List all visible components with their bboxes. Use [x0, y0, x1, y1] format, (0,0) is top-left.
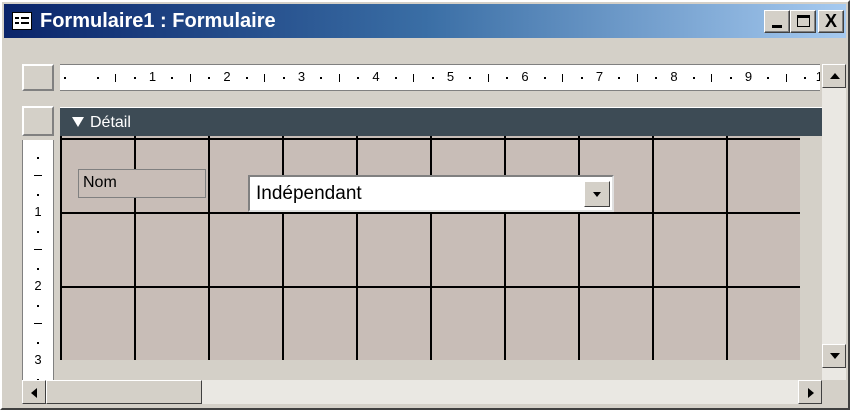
minimize-button[interactable] [764, 10, 790, 33]
detail-section-header[interactable]: Détail [60, 107, 822, 136]
arrow-down-icon [830, 353, 840, 359]
chevron-down-icon [593, 192, 601, 197]
ruler-tick [115, 74, 117, 82]
scroll-right-button[interactable] [798, 380, 822, 404]
ruler-dot [618, 77, 621, 79]
maximize-button[interactable] [790, 10, 816, 33]
arrow-up-icon [830, 73, 840, 79]
ruler-tick [785, 74, 787, 82]
ruler-dot [469, 77, 472, 79]
ruler-dot [580, 77, 583, 79]
ruler-tick [711, 74, 713, 82]
ruler-tick [34, 175, 42, 176]
ruler-label-h: 4 [372, 69, 380, 84]
ruler-tick [636, 74, 638, 82]
window-title: Formulaire1 : Formulaire [40, 10, 276, 32]
ruler-dot [64, 77, 66, 79]
ruler-label-h: 2 [223, 69, 231, 84]
ruler-dot [133, 77, 136, 79]
form-window: Formulaire1 : Formulaire X 1 2 3 4 5 6 7 8 9 10 1… [0, 0, 850, 410]
combo-value: Indépendant [256, 183, 362, 204]
size-grip[interactable] [822, 380, 846, 404]
minimize-icon [772, 25, 782, 28]
ruler-dot [282, 77, 285, 79]
ruler-tick [413, 74, 415, 82]
ruler-label-h: 10 [813, 69, 820, 85]
ruler-dot [208, 77, 211, 79]
ruler-label-h: 3 [297, 69, 306, 84]
vertical-scrollbar[interactable] [822, 64, 846, 380]
combo-dropdown-button[interactable] [584, 181, 610, 207]
horizontal-scroll-thumb[interactable] [46, 380, 202, 404]
ruler-dot [37, 267, 39, 270]
scroll-down-button[interactable] [822, 344, 846, 368]
detail-margin-right [800, 136, 822, 380]
form-icon[interactable] [12, 12, 32, 30]
ruler-dot [506, 77, 509, 79]
ruler-dot [543, 77, 546, 79]
ruler-label-h: 6 [521, 69, 529, 84]
ruler-label-v: 2 [34, 278, 42, 293]
ruler-tick [562, 74, 564, 82]
ruler-dot [320, 77, 323, 79]
ruler-tick [189, 74, 191, 82]
vertical-ruler[interactable]: 1 2 3 [22, 140, 54, 380]
form-selector[interactable] [22, 64, 54, 91]
ruler-label-h: 8 [670, 69, 678, 84]
section-selector[interactable] [22, 106, 54, 136]
ruler-label-v: 1 [34, 204, 42, 219]
ruler-tick [487, 74, 489, 82]
title-bar[interactable]: Formulaire1 : Formulaire X [4, 4, 846, 38]
ruler-label-v: 3 [34, 352, 42, 367]
ruler-dot [357, 77, 360, 79]
ruler-tick [34, 249, 42, 250]
ruler-tick [264, 74, 266, 82]
ruler-dot [692, 77, 695, 79]
ruler-label-h: 5 [446, 69, 455, 84]
nom-label[interactable]: Nom [78, 169, 206, 198]
ruler-dot [767, 77, 770, 79]
ruler-dot [37, 304, 39, 307]
ruler-tick [338, 74, 340, 82]
ruler-dot [96, 77, 99, 79]
ruler-dot [394, 77, 397, 79]
arrow-left-icon [31, 388, 37, 398]
ruler-dot [171, 77, 174, 79]
scroll-up-button[interactable] [822, 64, 846, 88]
ruler-dot [729, 77, 732, 79]
ruler-dot [37, 341, 39, 344]
scroll-left-button[interactable] [22, 380, 46, 404]
maximize-icon [797, 15, 810, 27]
arrow-right-icon [808, 388, 814, 398]
close-button[interactable]: X [818, 10, 844, 33]
ruler-dot [37, 193, 39, 196]
ruler-label-h: 7 [595, 69, 604, 84]
close-icon: X [824, 11, 837, 31]
ruler-label-h: 9 [744, 69, 753, 84]
combo-box[interactable]: Indépendant [248, 175, 614, 212]
section-arrow-icon [72, 117, 84, 127]
detail-margin-bottom [60, 360, 822, 380]
horizontal-ruler[interactable]: 1 2 3 4 5 6 7 8 9 10 [60, 64, 820, 91]
ruler-label-h: 1 [148, 69, 157, 84]
ruler-dot [245, 77, 248, 79]
section-label: Détail [90, 114, 131, 131]
ruler-dot [804, 77, 807, 79]
ruler-dot [655, 77, 658, 79]
ruler-tick [34, 323, 42, 324]
ruler-dot [37, 230, 39, 233]
horizontal-scrollbar[interactable] [22, 380, 822, 404]
ruler-dot [431, 77, 434, 79]
ruler-dot [37, 156, 39, 159]
